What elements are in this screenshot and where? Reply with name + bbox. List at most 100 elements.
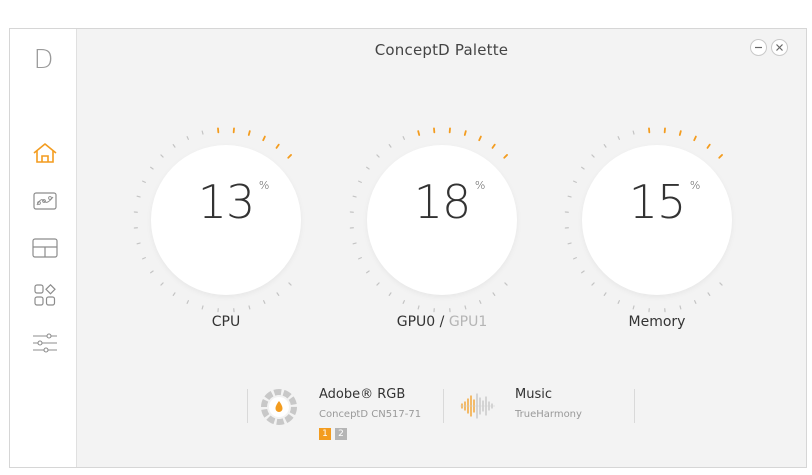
gauge-tick xyxy=(275,143,280,149)
apps-icon xyxy=(34,284,56,306)
sidebar-item-apps[interactable] xyxy=(30,281,60,309)
gpu-label-separator: / xyxy=(435,314,449,330)
gauge-tick xyxy=(603,292,607,296)
gauge-tick xyxy=(694,300,697,304)
color-wheel-icon xyxy=(261,389,297,425)
window-title: ConceptD Palette xyxy=(374,41,509,59)
gauge-tick xyxy=(388,144,392,148)
gauge-tick xyxy=(288,282,292,286)
gauge-tick xyxy=(719,282,723,286)
app-logo: D xyxy=(33,45,54,75)
gauge-tick xyxy=(693,135,697,142)
gpu-usage-unit: % xyxy=(474,179,486,192)
gauge-tick xyxy=(417,130,421,136)
gauge-tick xyxy=(678,130,682,136)
gauge-tick xyxy=(504,282,508,286)
gauge-tick xyxy=(581,166,585,170)
gauge-tick xyxy=(276,292,280,296)
gauge-tick xyxy=(503,154,508,159)
memory-label: Memory xyxy=(628,314,686,330)
gauge-tick xyxy=(150,270,154,274)
gauge-tick xyxy=(376,282,380,286)
gauge-tick xyxy=(591,282,595,286)
gauge-tick xyxy=(388,292,392,296)
gauge-tick xyxy=(617,300,620,304)
display-2-button[interactable]: 2 xyxy=(335,428,347,440)
gauge-tick xyxy=(366,270,370,274)
gpu-label: GPU0 / GPU1 xyxy=(345,314,539,330)
audio-profile-subtitle: TrueHarmony xyxy=(515,409,582,420)
gauge-tick xyxy=(248,305,251,310)
color-graph-icon xyxy=(33,192,57,210)
sidebar-item-settings[interactable] xyxy=(30,329,60,357)
gauge-tick xyxy=(718,154,723,159)
gauge-tick xyxy=(617,136,620,140)
gpu1-selector[interactable]: GPU1 xyxy=(449,314,487,330)
gauge-tick xyxy=(573,257,577,260)
cpu-usage-value: 13% xyxy=(197,175,270,229)
sidebar-item-home[interactable] xyxy=(30,139,60,167)
close-icon xyxy=(776,44,783,51)
memory-usage-value: 15% xyxy=(628,175,701,229)
divider xyxy=(247,389,248,423)
gauge-tick xyxy=(707,292,711,296)
gauge-tick xyxy=(478,135,482,142)
gauge-tick xyxy=(581,270,585,274)
gauge-tick xyxy=(150,166,154,170)
gauge-tick xyxy=(632,130,635,135)
cpu-usage-unit: % xyxy=(258,179,270,192)
gauge-tick xyxy=(136,242,141,245)
gauge-tick xyxy=(464,305,467,310)
layout-icon xyxy=(32,238,58,258)
gauge-tick xyxy=(160,154,164,158)
memory-gauge: 15% xyxy=(560,123,754,317)
gauge-tick xyxy=(706,143,711,149)
gauge-tick xyxy=(366,166,370,170)
display-1-button[interactable]: 1 xyxy=(319,428,331,440)
gauge-tick xyxy=(160,282,164,286)
gauge-tick xyxy=(491,143,496,149)
sound-wave-icon xyxy=(460,393,495,419)
gauge-tick xyxy=(262,135,266,142)
sidebar: D xyxy=(10,29,77,467)
gauge-tick xyxy=(263,300,266,304)
gauge-tick xyxy=(603,144,607,148)
gauge-tick xyxy=(417,305,420,310)
cpu-gauge: 13% xyxy=(129,123,323,317)
gauge-tick xyxy=(402,300,405,304)
gauge-tick xyxy=(567,242,572,245)
gauge-tick xyxy=(142,257,146,260)
minimize-icon xyxy=(755,46,762,49)
gpu-usage-value: 18% xyxy=(413,175,486,229)
gpu-gauge: 18% xyxy=(345,123,539,317)
gauge-tick xyxy=(376,154,380,158)
audio-profile-title: Music xyxy=(515,387,552,402)
gauge-tick xyxy=(247,130,251,136)
gauge-tick xyxy=(201,130,204,135)
sidebar-item-display[interactable] xyxy=(30,187,60,215)
gauge-tick xyxy=(358,257,362,260)
color-profile-device: ConceptD CN517-71 xyxy=(319,409,422,420)
minimize-button[interactable] xyxy=(750,39,767,56)
home-icon xyxy=(33,143,57,163)
sliders-icon xyxy=(33,333,57,353)
divider xyxy=(443,389,444,423)
gauge-tick xyxy=(352,242,357,245)
gauge-tick xyxy=(492,292,496,296)
app-window: D ConceptD Palette 13 % CPU 18 % GPU0 / … xyxy=(9,28,807,468)
sidebar-item-layout[interactable] xyxy=(30,234,60,262)
gauge-tick xyxy=(201,305,204,310)
gauge-tick xyxy=(287,154,292,159)
memory-usage-unit: % xyxy=(689,179,701,192)
gauge-tick xyxy=(186,300,189,304)
gauge-tick xyxy=(632,305,635,310)
gauge-tick xyxy=(172,292,176,296)
gpu0-selector[interactable]: GPU0 xyxy=(397,314,435,330)
gauge-tick xyxy=(463,130,467,136)
cpu-label: CPU xyxy=(211,314,241,330)
close-button[interactable] xyxy=(771,39,788,56)
gauge-tick xyxy=(172,144,176,148)
gauge-tick xyxy=(679,305,682,310)
gauge-tick xyxy=(186,136,189,140)
gauge-tick xyxy=(402,136,405,140)
